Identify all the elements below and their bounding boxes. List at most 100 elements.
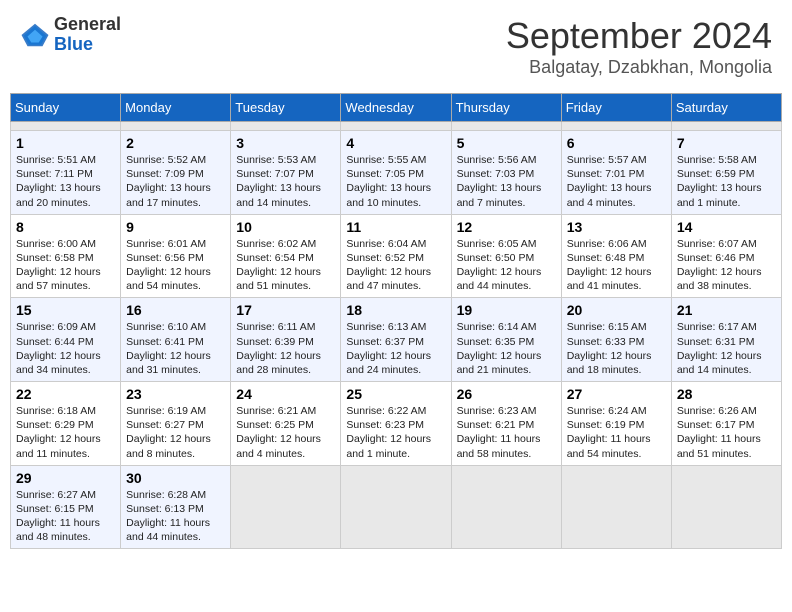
cell-text: Sunrise: 6:24 AMSunset: 6:19 PMDaylight:… (567, 404, 666, 461)
calendar-cell: 20Sunrise: 6:15 AMSunset: 6:33 PMDayligh… (561, 298, 671, 382)
cell-text: Sunrise: 6:02 AMSunset: 6:54 PMDaylight:… (236, 237, 335, 294)
cell-text: Sunrise: 6:26 AMSunset: 6:17 PMDaylight:… (677, 404, 776, 461)
day-number: 1 (16, 135, 115, 151)
cell-text: Sunrise: 5:57 AMSunset: 7:01 PMDaylight:… (567, 153, 666, 210)
calendar-header-row: SundayMondayTuesdayWednesdayThursdayFrid… (11, 94, 782, 122)
cell-text: Sunrise: 6:27 AMSunset: 6:15 PMDaylight:… (16, 488, 115, 545)
day-number: 12 (457, 219, 556, 235)
calendar-cell: 12 Sunrise: 6:05 AMSunset: 6:50 PMDayligh… (451, 214, 561, 298)
calendar-cell: 13 Sunrise: 6:06 AMSunset: 6:48 PMDayligh… (561, 214, 671, 298)
cell-text: Sunrise: 6:17 AMSunset: 6:31 PMDaylight:… (677, 320, 776, 377)
header: General Blue September 2024 Balgatay, Dz… (10, 10, 782, 83)
day-number: 2 (126, 135, 225, 151)
day-number: 22 (16, 386, 115, 402)
calendar-week-row: 1Sunrise: 5:51 AMSunset: 7:11 PMDaylight… (11, 131, 782, 215)
calendar-cell (121, 122, 231, 131)
logo-general-text: General (54, 15, 121, 35)
day-number: 30 (126, 470, 225, 486)
day-header-saturday: Saturday (671, 94, 781, 122)
month-title: September 2024 (506, 15, 772, 57)
calendar-cell: 5 Sunrise: 5:56 AMSunset: 7:03 PMDaylight… (451, 131, 561, 215)
logo-icon (20, 20, 50, 50)
day-number: 19 (457, 302, 556, 318)
calendar-cell (231, 465, 341, 549)
cell-text: Sunrise: 5:58 AMSunset: 6:59 PMDaylight:… (677, 153, 776, 210)
cell-text: Sunrise: 6:06 AMSunset: 6:48 PMDaylight:… (567, 237, 666, 294)
calendar-week-row: 29 Sunrise: 6:27 AMSunset: 6:15 PMDayligh… (11, 465, 782, 549)
calendar-cell: 15 Sunrise: 6:09 AMSunset: 6:44 PMDayligh… (11, 298, 121, 382)
cell-text: Sunrise: 6:19 AMSunset: 6:27 PMDaylight:… (126, 404, 225, 461)
day-number: 15 (16, 302, 115, 318)
cell-text: Sunrise: 6:18 AMSunset: 6:29 PMDaylight:… (16, 404, 115, 461)
day-number: 29 (16, 470, 115, 486)
calendar-cell: 2 Sunrise: 5:52 AMSunset: 7:09 PMDaylight… (121, 131, 231, 215)
calendar-cell: 6Sunrise: 5:57 AMSunset: 7:01 PMDaylight… (561, 131, 671, 215)
day-number: 20 (567, 302, 666, 318)
day-number: 11 (346, 219, 445, 235)
cell-text: Sunrise: 6:04 AMSunset: 6:52 PMDaylight:… (346, 237, 445, 294)
day-number: 13 (567, 219, 666, 235)
cell-text: Sunrise: 5:52 AMSunset: 7:09 PMDaylight:… (126, 153, 225, 210)
cell-text: Sunrise: 6:23 AMSunset: 6:21 PMDaylight:… (457, 404, 556, 461)
calendar-week-row: 8Sunrise: 6:00 AMSunset: 6:58 PMDaylight… (11, 214, 782, 298)
calendar-cell (451, 465, 561, 549)
day-number: 9 (126, 219, 225, 235)
subtitle: Balgatay, Dzabkhan, Mongolia (506, 57, 772, 78)
calendar-cell: 8Sunrise: 6:00 AMSunset: 6:58 PMDaylight… (11, 214, 121, 298)
day-header-sunday: Sunday (11, 94, 121, 122)
calendar-week-row: 22 Sunrise: 6:18 AMSunset: 6:29 PMDayligh… (11, 382, 782, 466)
calendar-cell (561, 465, 671, 549)
day-number: 5 (457, 135, 556, 151)
cell-text: Sunrise: 6:07 AMSunset: 6:46 PMDaylight:… (677, 237, 776, 294)
day-number: 4 (346, 135, 445, 151)
calendar-cell: 3Sunrise: 5:53 AMSunset: 7:07 PMDaylight… (231, 131, 341, 215)
calendar-cell: 27Sunrise: 6:24 AMSunset: 6:19 PMDayligh… (561, 382, 671, 466)
calendar-cell: 19 Sunrise: 6:14 AMSunset: 6:35 PMDayligh… (451, 298, 561, 382)
cell-text: Sunrise: 5:55 AMSunset: 7:05 PMDaylight:… (346, 153, 445, 210)
calendar-cell: 25 Sunrise: 6:22 AMSunset: 6:23 PMDayligh… (341, 382, 451, 466)
day-number: 25 (346, 386, 445, 402)
day-header-wednesday: Wednesday (341, 94, 451, 122)
calendar-cell: 9 Sunrise: 6:01 AMSunset: 6:56 PMDaylight… (121, 214, 231, 298)
day-number: 24 (236, 386, 335, 402)
calendar-cell: 14 Sunrise: 6:07 AMSunset: 6:46 PMDayligh… (671, 214, 781, 298)
calendar-week-row: 15 Sunrise: 6:09 AMSunset: 6:44 PMDayligh… (11, 298, 782, 382)
cell-text: Sunrise: 6:28 AMSunset: 6:13 PMDaylight:… (126, 488, 225, 545)
cell-text: Sunrise: 6:22 AMSunset: 6:23 PMDaylight:… (346, 404, 445, 461)
cell-text: Sunrise: 6:01 AMSunset: 6:56 PMDaylight:… (126, 237, 225, 294)
logo: General Blue (20, 15, 121, 55)
calendar-cell: 24 Sunrise: 6:21 AMSunset: 6:25 PMDayligh… (231, 382, 341, 466)
cell-text: Sunrise: 6:10 AMSunset: 6:41 PMDaylight:… (126, 320, 225, 377)
day-number: 14 (677, 219, 776, 235)
cell-text: Sunrise: 5:56 AMSunset: 7:03 PMDaylight:… (457, 153, 556, 210)
cell-text: Sunrise: 6:05 AMSunset: 6:50 PMDaylight:… (457, 237, 556, 294)
title-section: September 2024 Balgatay, Dzabkhan, Mongo… (506, 15, 772, 78)
day-number: 28 (677, 386, 776, 402)
calendar-cell (671, 122, 781, 131)
calendar-cell: 29 Sunrise: 6:27 AMSunset: 6:15 PMDayligh… (11, 465, 121, 549)
calendar: SundayMondayTuesdayWednesdayThursdayFrid… (10, 93, 782, 549)
calendar-cell: 17Sunrise: 6:11 AMSunset: 6:39 PMDayligh… (231, 298, 341, 382)
cell-text: Sunrise: 5:53 AMSunset: 7:07 PMDaylight:… (236, 153, 335, 210)
calendar-cell: 22 Sunrise: 6:18 AMSunset: 6:29 PMDayligh… (11, 382, 121, 466)
day-number: 7 (677, 135, 776, 151)
calendar-cell: 10 Sunrise: 6:02 AMSunset: 6:54 PMDayligh… (231, 214, 341, 298)
calendar-cell: 4 Sunrise: 5:55 AMSunset: 7:05 PMDaylight… (341, 131, 451, 215)
calendar-cell: 7 Sunrise: 5:58 AMSunset: 6:59 PMDaylight… (671, 131, 781, 215)
cell-text: Sunrise: 6:14 AMSunset: 6:35 PMDaylight:… (457, 320, 556, 377)
day-number: 18 (346, 302, 445, 318)
calendar-cell (341, 465, 451, 549)
day-number: 8 (16, 219, 115, 235)
day-header-monday: Monday (121, 94, 231, 122)
calendar-cell: 30 Sunrise: 6:28 AMSunset: 6:13 PMDayligh… (121, 465, 231, 549)
calendar-cell: 11 Sunrise: 6:04 AMSunset: 6:52 PMDayligh… (341, 214, 451, 298)
calendar-cell: 26Sunrise: 6:23 AMSunset: 6:21 PMDayligh… (451, 382, 561, 466)
calendar-cell (671, 465, 781, 549)
calendar-week-row (11, 122, 782, 131)
day-header-thursday: Thursday (451, 94, 561, 122)
cell-text: Sunrise: 6:21 AMSunset: 6:25 PMDaylight:… (236, 404, 335, 461)
day-number: 10 (236, 219, 335, 235)
cell-text: Sunrise: 6:09 AMSunset: 6:44 PMDaylight:… (16, 320, 115, 377)
logo-blue-text: Blue (54, 35, 121, 55)
calendar-cell: 16Sunrise: 6:10 AMSunset: 6:41 PMDayligh… (121, 298, 231, 382)
